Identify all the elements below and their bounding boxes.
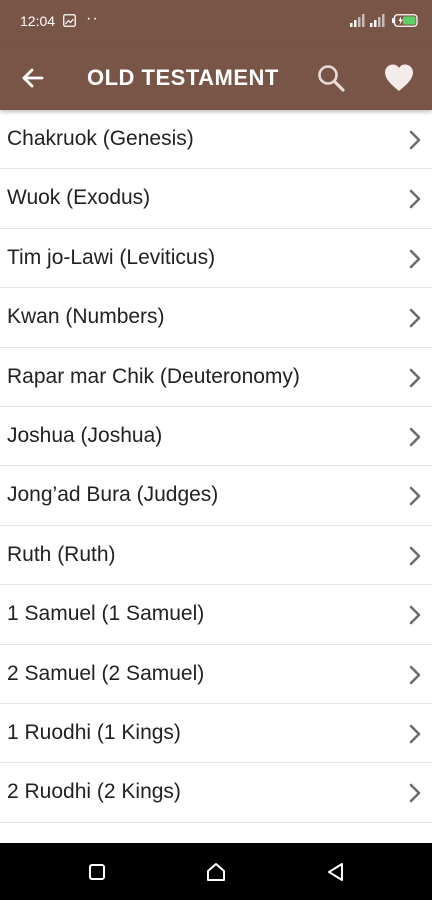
- signal-icon: [370, 14, 385, 27]
- chevron-right-icon: [409, 546, 421, 566]
- chevron-right-icon: [409, 427, 421, 447]
- list-item[interactable]: Joshua (Joshua): [0, 407, 432, 467]
- book-label: Wuok (Exodus): [7, 186, 151, 210]
- book-label: 1 Ruodhi (1 Kings): [7, 720, 181, 744]
- list-item[interactable]: Chakruok (Genesis): [0, 110, 432, 170]
- list-item[interactable]: Tim jo-Lawi (Leviticus): [0, 229, 432, 289]
- signal-icon: [350, 14, 365, 27]
- app-bar: OLD TESTAMENT: [0, 44, 432, 110]
- list-item[interactable]: Ruth (Ruth): [0, 526, 432, 586]
- book-label: Jong’ad Bura (Judges): [7, 483, 219, 507]
- book-label: Joshua (Joshua): [7, 423, 163, 447]
- book-label: Kwan (Numbers): [7, 305, 165, 329]
- list-item[interactable]: 2 Ruodhi (2 Kings): [0, 763, 432, 823]
- book-label: 1 Samuel (1 Samuel): [7, 602, 205, 626]
- book-label: Chakruok (Genesis): [7, 127, 194, 150]
- book-label: Rapar mar Chik (Deuteronomy): [7, 364, 300, 388]
- back-icon[interactable]: [325, 861, 347, 883]
- book-label: 2 Samuel (2 Samuel): [7, 661, 205, 685]
- chevron-right-icon: [409, 724, 421, 744]
- image-icon: [63, 14, 76, 27]
- battery-icon: [392, 14, 418, 27]
- search-icon[interactable]: [315, 62, 347, 94]
- status-time: 12:04: [20, 13, 56, 29]
- chevron-right-icon: [409, 665, 421, 684]
- book-list: Chakruok (Genesis) Wuok (Exodus) Tim jo-…: [0, 110, 432, 843]
- list-item[interactable]: Jong’ad Bura (Judges): [0, 466, 432, 526]
- chevron-right-icon: [409, 605, 421, 625]
- back-arrow-icon[interactable]: [18, 63, 48, 93]
- chevron-right-icon: [409, 249, 421, 269]
- list-item[interactable]: 1 Ruodhi (1 Kings): [0, 704, 432, 764]
- chevron-right-icon: [409, 487, 421, 506]
- list-item[interactable]: 2 Samuel (2 Samuel): [0, 645, 432, 704]
- list-item[interactable]: Kwan (Numbers): [0, 288, 432, 348]
- status-more-dots: ··: [86, 10, 99, 27]
- screen: 12:04 ·· OLD TESTAMENT Chakruok (Genesis…: [0, 0, 432, 900]
- status-bar: 12:04 ··: [0, 0, 432, 44]
- chevron-right-icon: [409, 190, 421, 209]
- chevron-right-icon: [409, 308, 421, 328]
- book-label: Tim jo-Lawi (Leviticus): [7, 245, 216, 269]
- chevron-right-icon: [409, 368, 421, 387]
- page-title: OLD TESTAMENT: [87, 65, 279, 90]
- recent-apps-icon[interactable]: [86, 861, 108, 883]
- home-icon[interactable]: [205, 861, 227, 883]
- book-label: 2 Ruodhi (2 Kings): [7, 780, 181, 804]
- system-nav-bar: [0, 843, 432, 900]
- chevron-right-icon: [409, 783, 421, 803]
- chevron-right-icon: [409, 130, 421, 150]
- list-item[interactable]: Wuok (Exodus): [0, 169, 432, 229]
- heart-icon[interactable]: [383, 63, 415, 93]
- list-item[interactable]: 1 Samuel (1 Samuel): [0, 585, 432, 645]
- list-item[interactable]: Rapar mar Chik (Deuteronomy): [0, 348, 432, 407]
- book-label: Ruth (Ruth): [7, 542, 116, 566]
